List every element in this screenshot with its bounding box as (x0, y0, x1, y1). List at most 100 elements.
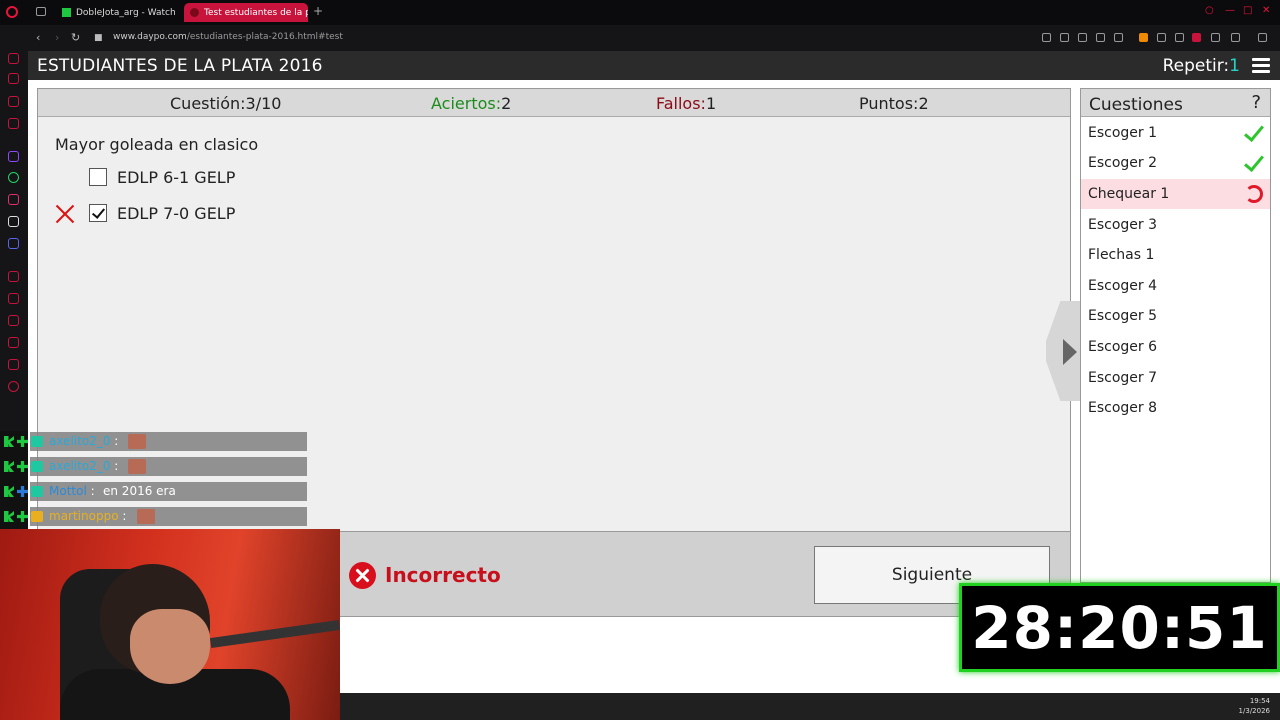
stat-wrong-value: 1 (705, 94, 717, 113)
question-text: Mayor goleada en clasico (55, 135, 259, 154)
back-button[interactable]: ‹ (36, 31, 40, 44)
snapshot-icon[interactable] (1060, 33, 1069, 42)
crown-badge-icon (31, 511, 43, 522)
question-list-item[interactable]: Escoger 5 (1081, 301, 1270, 331)
puzzle-icon[interactable] (1175, 33, 1184, 42)
correct-check-icon (1243, 123, 1263, 143)
tab-label: Test estudiantes de la plata (204, 7, 308, 18)
shield-icon[interactable] (1078, 33, 1087, 42)
opera-logo-icon[interactable] (6, 6, 18, 18)
chat-message: axelito2_0 : (0, 457, 307, 476)
question-list-item[interactable]: Escoger 4 (1081, 271, 1270, 301)
stat-points: Puntos:2 (859, 94, 929, 113)
url-host: www.daypo.com (113, 32, 187, 42)
extension-icon[interactable] (1139, 33, 1148, 42)
history-icon[interactable] (8, 337, 19, 348)
kick-badge-icon (4, 461, 14, 472)
stat-wrong: Fallos:1 (656, 94, 716, 113)
close-icon[interactable]: ✕ (1262, 5, 1270, 16)
question-list-item[interactable]: Escoger 6 (1081, 332, 1270, 362)
quiz-header: ESTUDIANTES DE LA PLATA 2016 Repetir:1 (28, 51, 1280, 80)
stat-question: Cuestión:3/10 (170, 94, 281, 113)
chat-username: axelito2_0 : (49, 459, 119, 473)
questions-panel: Cuestiones ? Escoger 1 Escoger 2 Chequea… (1080, 88, 1271, 583)
stat-points-label: Puntos: (859, 94, 919, 113)
error-icon (349, 562, 376, 589)
forward-button[interactable]: › (55, 31, 59, 44)
question-list-item[interactable]: Escoger 2 (1081, 148, 1270, 178)
retry-icon (1245, 185, 1263, 203)
stat-question-label: Cuestión: (170, 94, 246, 113)
play-icon[interactable] (1096, 33, 1105, 42)
kick-badge-icon (4, 511, 14, 522)
answer-checkbox[interactable] (89, 168, 107, 186)
question-list-label: Escoger 1 (1088, 125, 1158, 141)
wrong-mark-icon (55, 204, 75, 224)
kick-badge-icon (4, 486, 14, 497)
sidebar-icon[interactable] (8, 293, 19, 304)
twitch-icon[interactable] (8, 151, 19, 162)
tab-doblejota[interactable]: DobleJota_arg - Watch clip (56, 3, 178, 22)
sidebar-icon[interactable] (8, 359, 19, 370)
settings-icon[interactable] (8, 381, 19, 392)
sidebar-icon[interactable] (8, 118, 19, 129)
help-icon[interactable]: ? (1251, 92, 1261, 113)
question-list-item[interactable]: Escoger 1 (1081, 118, 1270, 148)
stat-correct-label: Aciertos: (431, 94, 502, 113)
answer-option[interactable]: EDLP 7-0 GELP (89, 203, 235, 223)
sidebar-icon[interactable] (8, 73, 19, 84)
question-list-label: Escoger 3 (1088, 217, 1158, 233)
address-bar: ‹ › ↻ ■ www.daypo.com/estudiantes-plata-… (0, 25, 1280, 51)
search-icon[interactable]: ○ (1205, 5, 1214, 16)
question-list-label: Chequear 1 (1088, 186, 1170, 202)
bookmark-icon[interactable] (1042, 33, 1051, 42)
moderator-badge-icon (17, 511, 28, 522)
tab-strip-icon[interactable] (36, 7, 46, 16)
minimize-icon[interactable]: — (1225, 5, 1235, 16)
ai-icon[interactable] (1231, 33, 1240, 42)
browser-tab-bar: DobleJota_arg - Watch clip Test estudian… (0, 0, 1280, 25)
heart-icon[interactable] (1114, 33, 1123, 42)
repeat-value: 1 (1229, 56, 1240, 76)
streamer-face (130, 609, 210, 684)
profile-icon[interactable] (1192, 33, 1201, 42)
chat-text: en 2016 era (103, 484, 176, 498)
sidebar-icon[interactable] (8, 271, 19, 282)
question-list-item[interactable]: Flechas 1 (1081, 240, 1270, 270)
hamburger-menu-icon[interactable] (1252, 58, 1270, 73)
webcam-overlay (0, 529, 340, 720)
feedback-status: Incorrecto (385, 563, 501, 587)
os-taskbar: 19:54 1/3/2026 (340, 693, 1280, 720)
stats-bar: Cuestión:3/10 Aciertos:2 Fallos:1 Puntos… (38, 89, 1070, 117)
instagram-icon[interactable] (8, 194, 19, 205)
menu-icon[interactable] (1258, 33, 1267, 42)
discord-icon[interactable] (8, 238, 19, 249)
question-list-item-current[interactable]: Chequear 1 (1081, 179, 1270, 209)
chat-emote (128, 434, 146, 449)
sidebar-icon[interactable] (8, 315, 19, 326)
question-list-item[interactable]: Escoger 7 (1081, 363, 1270, 393)
url-path: /estudiantes-plata-2016.html#test (186, 32, 343, 42)
lock-icon: ■ (94, 33, 103, 43)
reload-button[interactable]: ↻ (71, 31, 80, 44)
tab-test-estudiantes[interactable]: Test estudiantes de la plata (184, 3, 308, 22)
chat-emote (128, 459, 146, 474)
sidebar-icon[interactable] (8, 53, 19, 64)
maximize-icon[interactable]: □ (1243, 5, 1252, 16)
system-clock[interactable]: 19:54 1/3/2026 (1239, 696, 1270, 716)
answer-option[interactable]: EDLP 6-1 GELP (89, 167, 235, 187)
new-tab-button[interactable]: + (313, 4, 323, 18)
tab-label: DobleJota_arg - Watch clip (76, 7, 178, 18)
repeat-counter[interactable]: Repetir:1 (1163, 56, 1240, 76)
x-icon[interactable] (8, 216, 19, 227)
answer-checkbox[interactable] (89, 204, 107, 222)
whatsapp-icon[interactable] (8, 172, 19, 183)
question-list-item[interactable]: Escoger 8 (1081, 393, 1270, 423)
extension-icon[interactable] (1157, 33, 1166, 42)
stat-correct: Aciertos:2 (431, 94, 511, 113)
url-field[interactable]: www.daypo.com/estudiantes-plata-2016.htm… (113, 32, 343, 42)
question-list-label: Escoger 4 (1088, 278, 1158, 294)
download-icon[interactable] (1211, 33, 1220, 42)
sidebar-icon[interactable] (8, 96, 19, 107)
question-list-item[interactable]: Escoger 3 (1081, 210, 1270, 240)
